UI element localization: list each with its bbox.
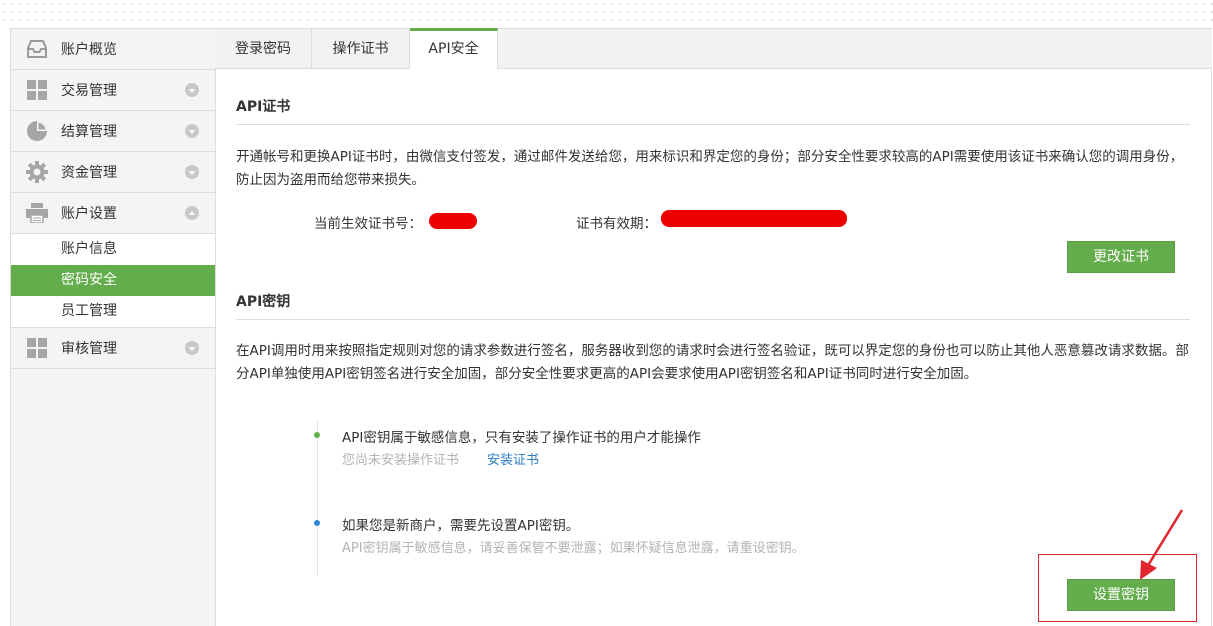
divider (236, 124, 1190, 125)
api-certificate-description: 开通帐号和更换API证书时，由微信支付签发，通过邮件发送给您，用来标识和界定您的… (236, 149, 1184, 188)
sidebar-subitem-account-info[interactable]: 账户信息 (11, 234, 215, 265)
sidebar-item-label: 审核管理 (61, 341, 117, 357)
divider (236, 319, 1190, 320)
step1-text: API密钥属于敏感信息，只有安装了操作证书的用户才能操作 (342, 430, 701, 446)
tab-operation-certificate[interactable]: 操作证书 (312, 29, 410, 69)
sidebar-item-review[interactable]: 审核管理 (11, 328, 215, 369)
chevron-down-icon[interactable] (185, 341, 199, 355)
cert-validity-label: 证书有效期： (576, 216, 657, 232)
step-dot-blue (314, 520, 320, 526)
step1-subtext: 您尚未安装操作证书 (342, 453, 460, 468)
tab-login-password[interactable]: 登录密码 (215, 29, 312, 69)
step2-subtext: API密钥属于敏感信息，请妥善保管不要泄露；如果怀疑信息泄露，请重设密钥。 (342, 541, 805, 556)
pie-chart-icon (26, 120, 48, 142)
sidebar-subitem-password-security[interactable]: 密码安全 (11, 265, 215, 296)
chevron-down-icon[interactable] (185, 165, 199, 179)
step-dot-green (314, 432, 320, 438)
gear-icon (26, 161, 48, 183)
sidebar-item-funds[interactable]: 资金管理 (11, 152, 215, 193)
sidebar-subitem-staff[interactable]: 员工管理 (11, 296, 215, 327)
change-certificate-button[interactable]: 更改证书 (1067, 241, 1175, 273)
tab-api-security[interactable]: API安全 (410, 28, 498, 69)
sidebar-item-label: 结算管理 (61, 124, 117, 140)
sidebar-item-account-settings[interactable]: 账户设置 (11, 193, 215, 234)
section-title-api-certificate: API证书 (236, 99, 291, 115)
redaction-mark (429, 213, 477, 229)
annotation-arrow-icon (1140, 509, 1184, 580)
main-content: 登录密码 操作证书 API安全 API证书 开通帐号和更换API证书时，由微信支… (215, 28, 1212, 626)
steps-timeline (317, 421, 318, 576)
redaction-mark (661, 210, 847, 227)
tab-bar: 登录密码 操作证书 API安全 (215, 28, 1212, 69)
background-pattern (0, 0, 1213, 24)
chevron-down-icon[interactable] (185, 83, 199, 97)
sidebar: 账户概览 交易管理 结算管理 资金管理 账户设置 账户信息 密码安全 员工管理 (10, 28, 216, 626)
section-title-api-key: API密钥 (236, 294, 291, 310)
sidebar-item-label: 交易管理 (61, 83, 117, 99)
sidebar-item-transactions[interactable]: 交易管理 (11, 70, 215, 111)
step2-text: 如果您是新商户，需要先设置API密钥。 (342, 518, 580, 534)
sidebar-item-account-overview[interactable]: 账户概览 (11, 29, 215, 70)
sidebar-item-label: 账户设置 (61, 206, 117, 222)
inbox-icon (26, 38, 48, 60)
chevron-down-icon[interactable] (185, 124, 199, 138)
printer-icon (26, 202, 48, 224)
sidebar-submenu: 账户信息 密码安全 员工管理 (11, 234, 215, 328)
cert-number-label: 当前生效证书号： (314, 216, 422, 232)
grid-icon (26, 337, 48, 359)
sidebar-item-label: 账户概览 (61, 42, 117, 58)
install-certificate-link[interactable]: 安装证书 (487, 449, 539, 468)
api-key-description: 在API调用时用来按照指定规则对您的请求参数进行签名，服务器收到您的请求时会进行… (236, 343, 1189, 382)
grid-icon (26, 79, 48, 101)
sidebar-item-label: 资金管理 (61, 165, 117, 181)
sidebar-item-settlement[interactable]: 结算管理 (11, 111, 215, 152)
chevron-up-icon[interactable] (185, 206, 199, 220)
